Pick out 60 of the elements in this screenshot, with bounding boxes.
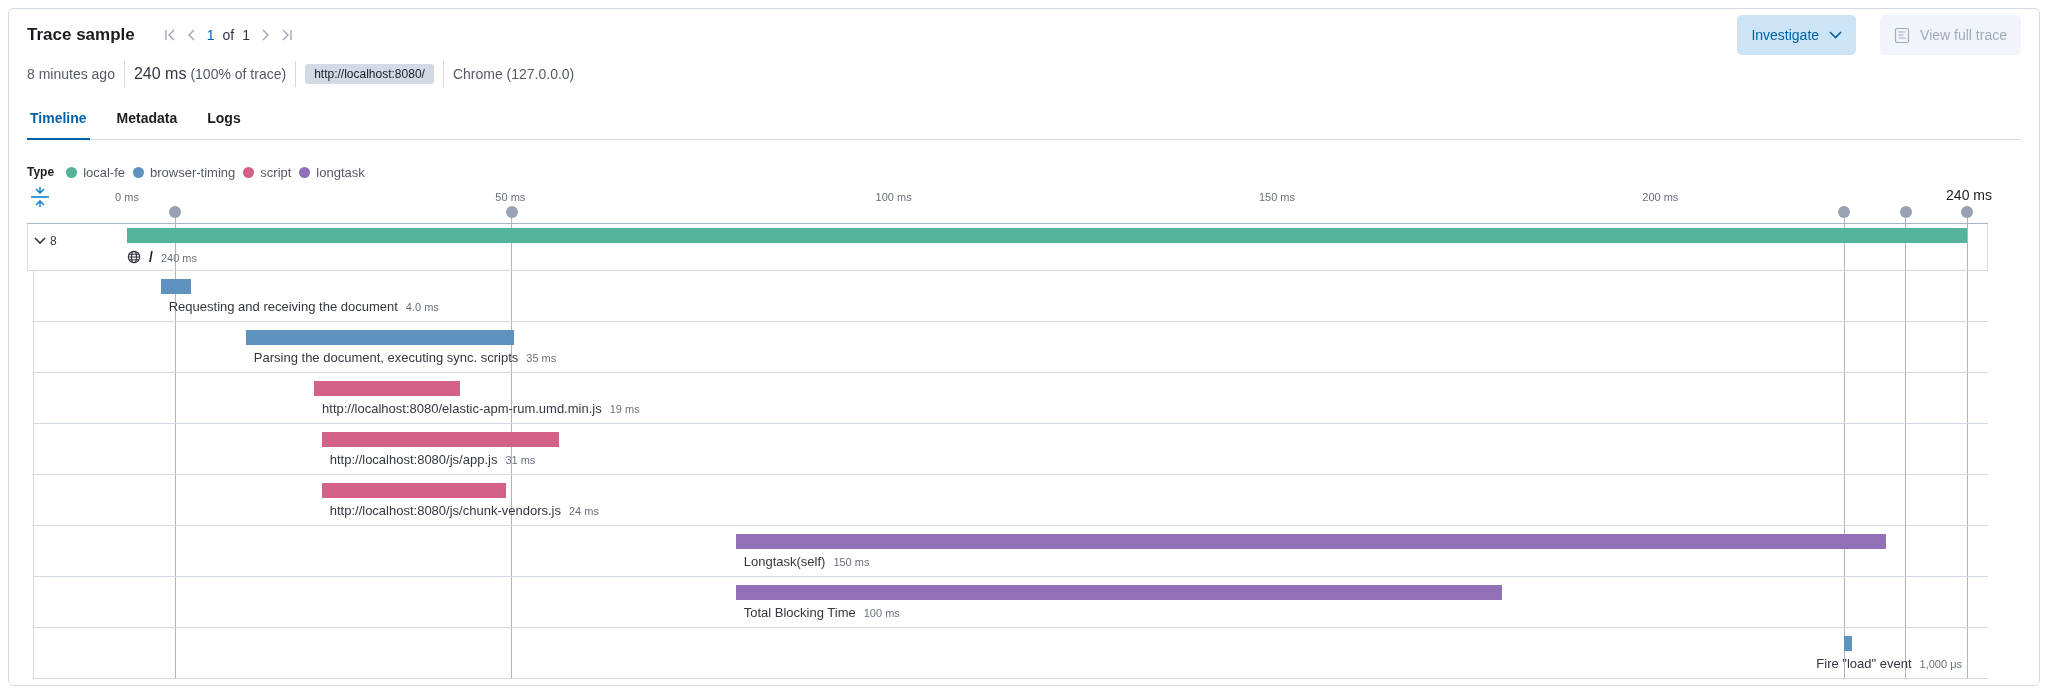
collapse-icon[interactable] [29,186,51,208]
trace-duration: 240 ms [133,65,187,83]
axis-tick-label: 200 ms [1642,191,1679,203]
axis-tick-label: 50 ms [495,191,526,203]
legend-label: local-fe [83,164,126,180]
trace-age: 8 minutes ago [27,66,115,82]
url-badge: http://localhost:8080/ [305,64,434,84]
axis-tick-label: 0 ms [115,191,139,203]
tab[interactable]: Timeline [27,98,90,140]
span-name: Fire "load" event [1816,656,1912,671]
span-row[interactable]: http://localhost:8080/js/chunk-vendors.js 24 ms [33,475,1988,526]
panel-title: Trace sample [27,25,135,45]
span-name: Total Blocking Time [743,605,856,620]
span-row[interactable]: Requesting and receiving the document 4.0 ms [33,271,1988,322]
span-row[interactable]: Total Blocking Time 100 ms [33,577,1988,628]
globe-icon [127,250,141,264]
span-name: Longtask(self) [743,554,826,569]
span-name: http://localhost:8080/js/app.js [329,452,498,467]
trace-share: (100% of trace) [190,66,287,82]
chevron-down-icon [1829,31,1843,39]
legend-label: script [260,164,292,180]
tab[interactable]: Logs [204,98,244,140]
document-icon [1894,26,1911,44]
legend-label: browser-timing [150,164,236,180]
span-row[interactable]: Fire "load" event 1,000 μs [33,628,1988,679]
span-name: / [149,249,153,265]
span-duration: 4.0 ms [405,301,439,313]
legend-title: Type [27,165,55,179]
span-row[interactable]: Longtask(self) 150 ms [33,526,1988,577]
span-duration: 24 ms [568,505,599,517]
span-bar[interactable] [160,279,192,294]
span-duration: 31 ms [505,454,536,466]
span-duration: 150 ms [833,556,870,568]
span-name: http://localhost:8080/js/chunk-vendors.js [329,503,561,518]
axis-tick-label: 100 ms [875,191,912,203]
span-duration: 240 ms [160,252,197,264]
span-name: Requesting and receiving the document [168,299,398,314]
page-total: 1 [242,27,251,43]
chevron-icon [34,237,46,245]
axis-tick-label: 150 ms [1258,191,1296,203]
span-row[interactable]: http://localhost:8080/elastic-apm-rum.umd.min.js 19 ms [33,373,1988,424]
expand-toggle[interactable]: 8 [34,234,57,248]
tab[interactable]: Metadata [113,98,181,140]
user-agent: Chrome (127.0.0.0) [452,66,575,82]
span-row[interactable]: http://localhost:8080/js/app.js 31 ms [33,424,1988,475]
investigate-button[interactable]: Investigate [1737,15,1857,55]
span-duration: 100 ms [863,607,900,619]
first-page-icon[interactable] [162,28,177,42]
span-duration: 19 ms [609,403,640,415]
root-span-row[interactable]: 8 / 240 ms [27,224,1988,271]
span-row[interactable]: Parsing the document, executing sync. scripts 35 ms [33,322,1988,373]
span-duration: 35 ms [526,352,557,364]
span-duration: 1,000 μs [1919,658,1962,670]
legend-label: longtask [316,164,365,180]
axis-end-label: 240 ms [1946,187,1992,203]
current-page: 1 [206,27,215,43]
page-of-label: of [222,27,235,43]
span-name: http://localhost:8080/elastic-apm-rum.umd.min.js [322,401,602,416]
last-page-icon[interactable] [280,28,295,42]
span-name: Parsing the document, executing sync. scripts [253,350,519,365]
